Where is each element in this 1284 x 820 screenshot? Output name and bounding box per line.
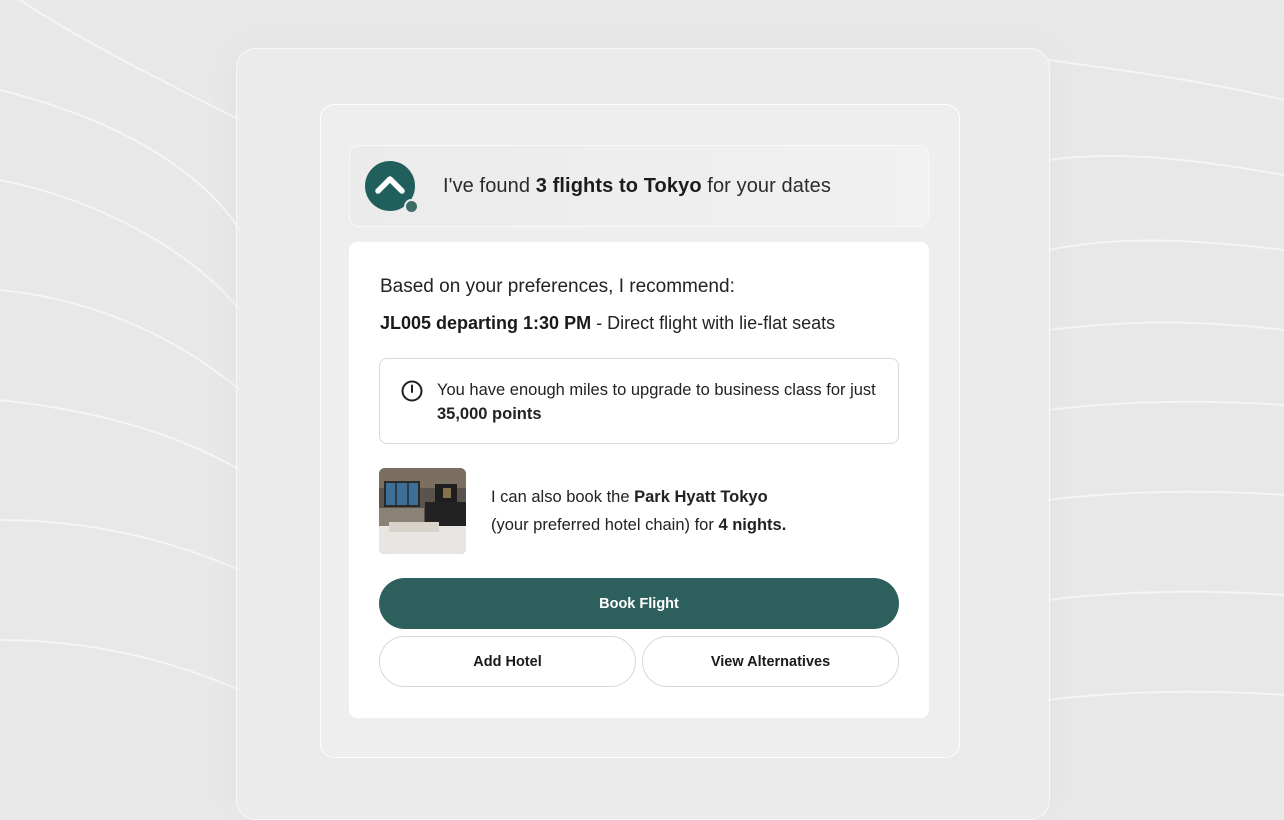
- assistant-message: I've found 3 flights to Tokyo for your d…: [349, 145, 929, 227]
- hotel-offer-text: I can also book the Park Hyatt Tokyo (yo…: [491, 488, 787, 534]
- hotel-name: Park Hyatt Tokyo: [634, 488, 768, 506]
- add-hotel-button[interactable]: Add Hotel: [379, 636, 636, 687]
- hotel-image: [379, 468, 466, 554]
- online-status-dot: [404, 199, 419, 214]
- flight-code: JL005 departing 1:30 PM: [380, 313, 592, 333]
- upgrade-notice: You have enough miles to upgrade to busi…: [379, 358, 899, 444]
- flight-detail: - Direct flight with lie-flat seats: [591, 313, 836, 333]
- assistant-message-text: I've found 3 flights to Tokyo for your d…: [443, 175, 831, 197]
- upgrade-points: 35,000 points: [437, 405, 542, 423]
- recommendation-intro: Based on your preferences, I recommend:: [380, 276, 735, 297]
- hotel-nights: 4 nights.: [718, 516, 787, 534]
- clock-icon: [401, 380, 423, 402]
- view-alternatives-button[interactable]: View Alternatives: [642, 636, 899, 687]
- recommendation-card: Based on your preferences, I recommend: …: [349, 242, 929, 718]
- recommended-flight: JL005 departing 1:30 PM - Direct flight …: [380, 313, 835, 334]
- flights-count-highlight: 3 flights to Tokyo: [535, 175, 702, 197]
- book-flight-button[interactable]: Book Flight: [379, 578, 899, 629]
- upgrade-notice-text: You have enough miles to upgrade to busi…: [437, 381, 876, 423]
